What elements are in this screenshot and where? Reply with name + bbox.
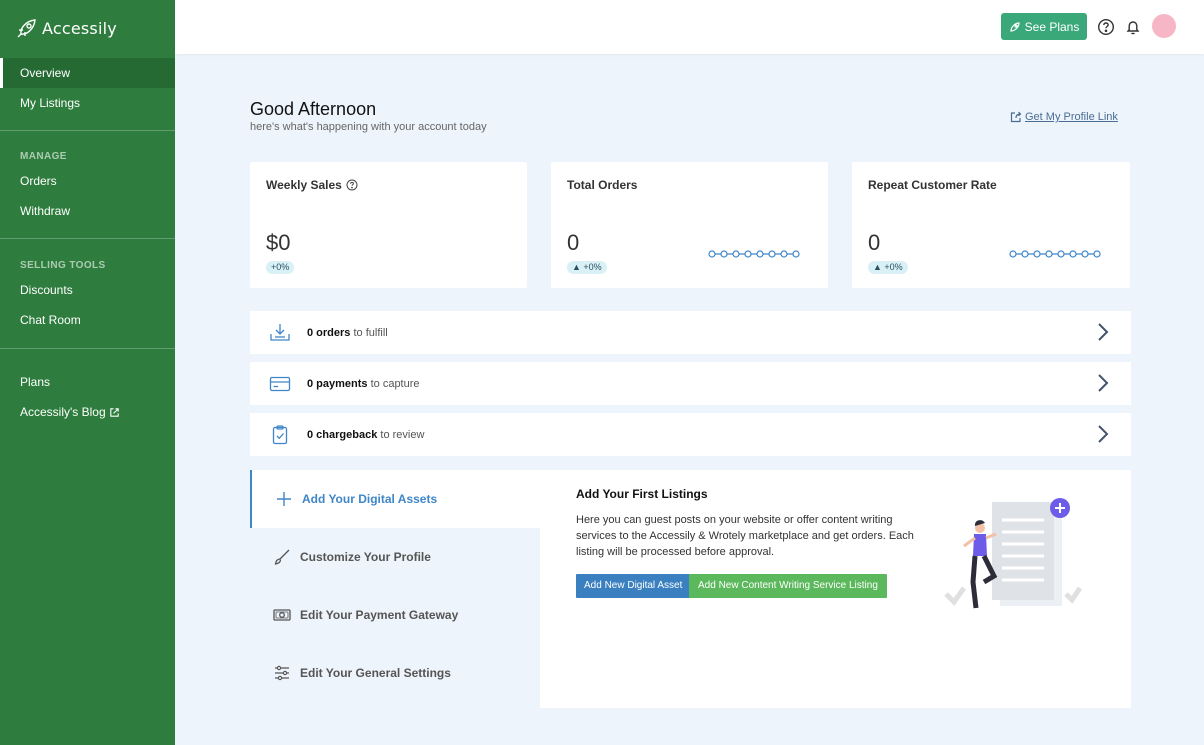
onboarding-panel: Add Your Digital Assets Customize Your P… [250, 470, 1131, 708]
chevron-right-icon[interactable] [1097, 424, 1109, 444]
sidebar-item-blog-label: Accessily's Blog [20, 405, 106, 419]
avatar[interactable] [1152, 14, 1176, 38]
stat-card-value: $0 [266, 230, 291, 255]
profile-link-label: Get My Profile Link [1025, 111, 1118, 123]
task-row-chargeback[interactable]: 0 chargeback to review [250, 413, 1131, 456]
stat-card-change: +0% [266, 261, 295, 274]
stat-card-change: ▲ +0% [567, 261, 607, 274]
credit-card-icon [269, 376, 291, 391]
task-text: 0 chargeback to review [307, 429, 424, 441]
sidebar-item-blog[interactable]: Accessily's Blog [0, 397, 175, 427]
sliders-icon [275, 665, 289, 681]
stat-card-weekly-sales: Weekly Sales $0 +0% [250, 162, 527, 288]
task-row-orders[interactable]: 0 orders to fulfill [250, 311, 1131, 354]
onboarding-title: Add Your First Listings [576, 487, 708, 501]
stat-card-title: Repeat Customer Rate [868, 178, 997, 192]
sidebar-item-plans[interactable]: Plans [0, 367, 175, 397]
download-tray-icon [270, 323, 290, 341]
task-count: 0 chargeback [307, 428, 378, 441]
chevron-right-icon[interactable] [1097, 322, 1109, 342]
banknote-icon [273, 609, 291, 621]
step-label: Edit Your Payment Gateway [300, 608, 459, 622]
external-link-icon [109, 407, 119, 417]
sidebar: Accessily Overview My Listings MANAGE Or… [0, 0, 175, 745]
chevron-right-icon[interactable] [1097, 373, 1109, 393]
sidebar-item-withdraw[interactable]: Withdraw [0, 196, 175, 226]
page-subtitle: here's what's happening with your accoun… [250, 121, 487, 133]
sidebar-item-my-listings[interactable]: My Listings [0, 88, 175, 118]
step-edit-payment-gateway[interactable]: Edit Your Payment Gateway [250, 586, 540, 644]
stat-card-total-orders: Total Orders 0 ▲ +0% [551, 162, 828, 288]
add-content-writing-listing-button[interactable]: Add New Content Writing Service Listing [689, 574, 887, 598]
sidebar-item-chat-room[interactable]: Chat Room [0, 305, 175, 335]
stat-card-title-text: Weekly Sales [266, 178, 342, 192]
plus-icon [277, 492, 291, 506]
rocket-logo-icon [17, 19, 36, 38]
task-rest: to review [380, 428, 425, 441]
clipboard-check-icon [272, 424, 288, 444]
bell-icon[interactable] [1124, 18, 1142, 36]
see-plans-button[interactable]: See Plans [1001, 13, 1087, 40]
brand-name: Accessily [42, 18, 117, 38]
stat-card-title: Total Orders [567, 178, 638, 192]
share-icon [1010, 111, 1022, 123]
step-label: Customize Your Profile [300, 550, 431, 564]
sidebar-group-manage: MANAGE [20, 151, 67, 162]
sparkline [1009, 250, 1101, 258]
brand[interactable]: Accessily [0, 0, 175, 56]
profile-link[interactable]: Get My Profile Link [1010, 111, 1118, 123]
task-text: 0 orders to fulfill [307, 327, 388, 339]
see-plans-label: See Plans [1024, 19, 1080, 34]
topbar: See Plans [175, 0, 1204, 54]
help-icon[interactable] [1097, 18, 1115, 36]
stat-card-repeat-customer-rate: Repeat Customer Rate 0 ▲ +0% [852, 162, 1130, 288]
stat-card-change-text: +0% [884, 262, 903, 272]
stat-card-value: 0 [567, 230, 580, 255]
sparkline [708, 250, 800, 258]
task-count: 0 payments [307, 377, 368, 390]
stat-card-change-text: +0% [583, 262, 602, 272]
add-digital-asset-button[interactable]: Add New Digital Asset [576, 574, 691, 598]
stat-card-change: ▲ +0% [868, 261, 908, 274]
info-icon[interactable] [346, 179, 358, 191]
task-rest: to capture [370, 377, 420, 390]
step-label: Add Your Digital Assets [302, 492, 438, 506]
task-text: 0 payments to capture [307, 378, 420, 390]
task-row-payments[interactable]: 0 payments to capture [250, 362, 1131, 405]
sidebar-item-overview[interactable]: Overview [0, 58, 175, 88]
sidebar-item-discounts[interactable]: Discounts [0, 275, 175, 305]
listing-illustration [944, 498, 1083, 609]
onboarding-content: Add Your First Listings Here you can gue… [540, 470, 1131, 708]
step-label: Edit Your General Settings [300, 666, 451, 680]
stat-card-title: Weekly Sales [266, 178, 358, 192]
onboarding-steps: Add Your Digital Assets Customize Your P… [250, 470, 540, 708]
task-count: 0 orders [307, 326, 351, 339]
sidebar-item-orders[interactable]: Orders [0, 166, 175, 196]
step-add-digital-assets[interactable]: Add Your Digital Assets [250, 470, 540, 528]
greeting: Good Afternoon here's what's happening w… [250, 99, 487, 133]
step-customize-profile[interactable]: Customize Your Profile [250, 528, 540, 586]
stat-card-value: 0 [868, 230, 881, 255]
brush-icon [274, 549, 290, 565]
onboarding-description: Here you can guest posts on your website… [576, 514, 914, 558]
task-rest: to fulfill [353, 326, 388, 339]
sidebar-group-selling-tools: SELLING TOOLS [20, 260, 106, 271]
page-title: Good Afternoon [250, 99, 377, 119]
step-edit-general-settings[interactable]: Edit Your General Settings [250, 644, 540, 702]
rocket-icon [1010, 21, 1020, 32]
